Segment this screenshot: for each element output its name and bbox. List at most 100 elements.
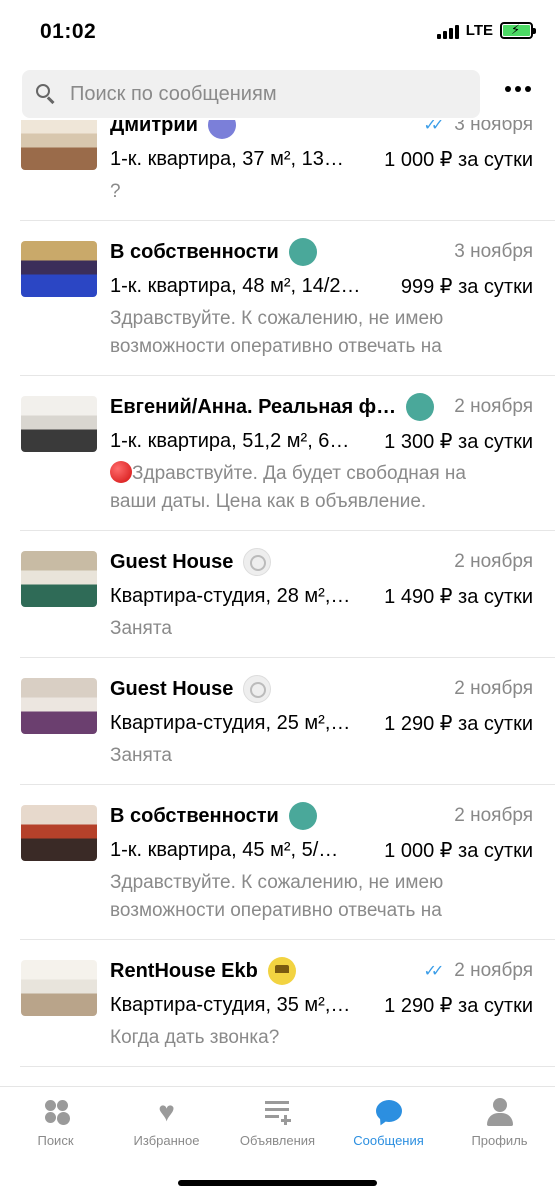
listing-title: 1-к. квартира, 48 м², 14/2…	[110, 274, 361, 297]
message-text: Занята	[110, 618, 172, 639]
tab-search-dots[interactable]: Поиск	[1, 1097, 111, 1148]
message-text: ?	[110, 181, 121, 202]
contact-avatar-badge	[406, 393, 435, 421]
date-text: 3 ноября	[454, 120, 533, 135]
tab-ads-list[interactable]: Объявления	[223, 1097, 333, 1148]
last-message: Здравствуйте. К сожалению, не имею возмо…	[110, 869, 490, 925]
listing-title: Квартира-студия, 28 м²,…	[110, 584, 351, 607]
contact-name: В собственности	[110, 804, 279, 827]
contact-name: RentHouse Ekb	[110, 959, 258, 982]
listing-price: 1 300 ₽ за сутки	[384, 430, 533, 453]
contact-avatar-badge	[243, 548, 272, 576]
conversation-item[interactable]: Евгений/Анна. Реальная ф… 2 ноября 1-к. кв…	[20, 376, 555, 531]
contact-avatar-badge	[243, 675, 272, 703]
last-message: Занята	[110, 742, 490, 770]
listing-price: 1 290 ₽ за сутки	[384, 712, 533, 735]
conversation-item[interactable]: Дмитрий ✓✓ 3 ноября 1-к. квартира, 37 м², 1…	[20, 120, 555, 221]
listing-thumbnail	[21, 396, 97, 452]
date-text: 2 ноября	[454, 396, 533, 417]
contact-name: В собственности	[110, 240, 279, 263]
listing-price: 1 000 ₽ за сутки	[384, 839, 533, 862]
search-input[interactable]	[70, 82, 450, 106]
date-text: 2 ноября	[454, 678, 533, 699]
last-message: Здравствуйте. К сожалению, не имею возмо…	[110, 305, 490, 361]
tab-heart[interactable]: ♥ Избранное	[112, 1096, 222, 1149]
chat-bubble-icon	[374, 1097, 404, 1128]
conversation-item[interactable]: Guest House 2 ноября Квартира-студия, 28 м…	[20, 531, 555, 658]
search-icon	[36, 84, 56, 104]
conversation-item[interactable]: В собственности 2 ноября 1-к. квартира, 45…	[20, 785, 555, 940]
message-date: 2 ноября	[454, 551, 533, 573]
listing-title: 1-к. квартира, 45 м², 5/…	[110, 838, 339, 861]
message-date: ✓✓ 3 ноября	[423, 120, 533, 136]
listing-thumbnail	[21, 678, 97, 734]
contact-avatar-badge	[288, 238, 317, 266]
date-text: 2 ноября	[454, 960, 533, 981]
listing-thumbnail	[21, 241, 97, 297]
signal-icon	[436, 23, 459, 39]
battery-icon: ⚡	[500, 22, 536, 39]
tab-label: Объявления	[239, 1133, 316, 1148]
date-text: 2 ноября	[454, 805, 533, 826]
status-indicators: LTE ⚡	[436, 22, 536, 39]
listing-price: 999 ₽ за сутки	[400, 275, 533, 298]
contact-name: Guest House	[110, 550, 234, 573]
listing-title: 1-к. квартира, 37 м², 13…	[110, 147, 344, 170]
listing-thumbnail	[21, 120, 97, 170]
tab-label: Профиль	[471, 1133, 528, 1148]
contact-avatar-badge	[267, 957, 296, 985]
tab-label: Избранное	[133, 1133, 200, 1148]
last-message: ?	[110, 178, 490, 206]
tab-label: Сообщения	[353, 1133, 424, 1148]
message-date: 2 ноября	[454, 396, 533, 418]
status-time: 01:02	[40, 20, 97, 43]
message-text: Занята	[110, 745, 172, 766]
tab-label: Поиск	[37, 1133, 74, 1148]
listing-thumbnail	[21, 805, 97, 861]
message-date: 3 ноября	[454, 241, 533, 263]
contact-name: Guest House	[110, 677, 234, 700]
message-text: Здравствуйте. Да будет свободная на ваши…	[110, 463, 466, 512]
red-circle-icon	[110, 461, 132, 483]
listing-thumbnail	[21, 960, 97, 1016]
conversation-item[interactable]: RentHouse Ekb ✓✓ 2 ноября Квартира-студия, …	[20, 940, 555, 1067]
heart-icon: ♥	[158, 1096, 175, 1127]
message-date: 2 ноября	[454, 678, 533, 700]
network-type: LTE	[465, 22, 493, 39]
listing-price: 1 490 ₽ за сутки	[384, 585, 533, 608]
last-message: Занята	[110, 615, 490, 643]
contact-name: Дмитрий	[110, 120, 198, 136]
tab-chat-bubble[interactable]: Сообщения	[334, 1097, 444, 1148]
message-text: Здравствуйте. К сожалению, не имею возмо…	[110, 308, 444, 357]
read-checks-icon: ✓✓	[423, 963, 444, 980]
listing-price: 1 290 ₽ за сутки	[384, 994, 533, 1017]
last-message: Когда дать звонка?	[110, 1024, 490, 1052]
contact-avatar-badge	[288, 802, 317, 830]
message-text: Когда дать звонка?	[110, 1027, 280, 1048]
profile-icon	[485, 1097, 515, 1127]
ads-list-icon	[263, 1097, 293, 1127]
conversation-item[interactable]: Guest House 2 ноября Квартира-студия, 25 м…	[20, 658, 555, 785]
date-text: 3 ноября	[454, 241, 533, 262]
contact-avatar-badge	[207, 120, 236, 139]
last-message: Здравствуйте. Да будет свободная на ваши…	[110, 460, 490, 516]
conversation-item[interactable]: В собственности 3 ноября 1-к. квартира, 48…	[20, 221, 555, 376]
listing-price: 1 000 ₽ за сутки	[384, 148, 533, 171]
listing-title: Квартира-студия, 35 м²,…	[110, 993, 351, 1016]
date-text: 2 ноября	[454, 551, 533, 572]
contact-name: Евгений/Анна. Реальная ф…	[110, 395, 397, 418]
read-checks-icon: ✓✓	[423, 120, 444, 134]
message-text: Здравствуйте. К сожалению, не имею возмо…	[110, 872, 444, 921]
home-indicator	[178, 1180, 377, 1186]
listing-title: Квартира-студия, 25 м²,…	[110, 711, 351, 734]
listing-thumbnail	[21, 551, 97, 607]
search-dots-icon	[41, 1097, 71, 1127]
status-bar: 01:02 LTE ⚡	[0, 0, 555, 66]
more-options-button[interactable]	[505, 86, 531, 92]
listing-title: 1-к. квартира, 51,2 м², 6…	[110, 429, 350, 452]
conversation-list[interactable]: Дмитрий ✓✓ 3 ноября 1-к. квартира, 37 м², 1…	[0, 120, 555, 1086]
message-date: ✓✓ 2 ноября	[423, 960, 533, 982]
tab-profile[interactable]: Профиль	[445, 1097, 555, 1148]
search-bar[interactable]	[22, 70, 480, 118]
message-date: 2 ноября	[454, 805, 533, 827]
